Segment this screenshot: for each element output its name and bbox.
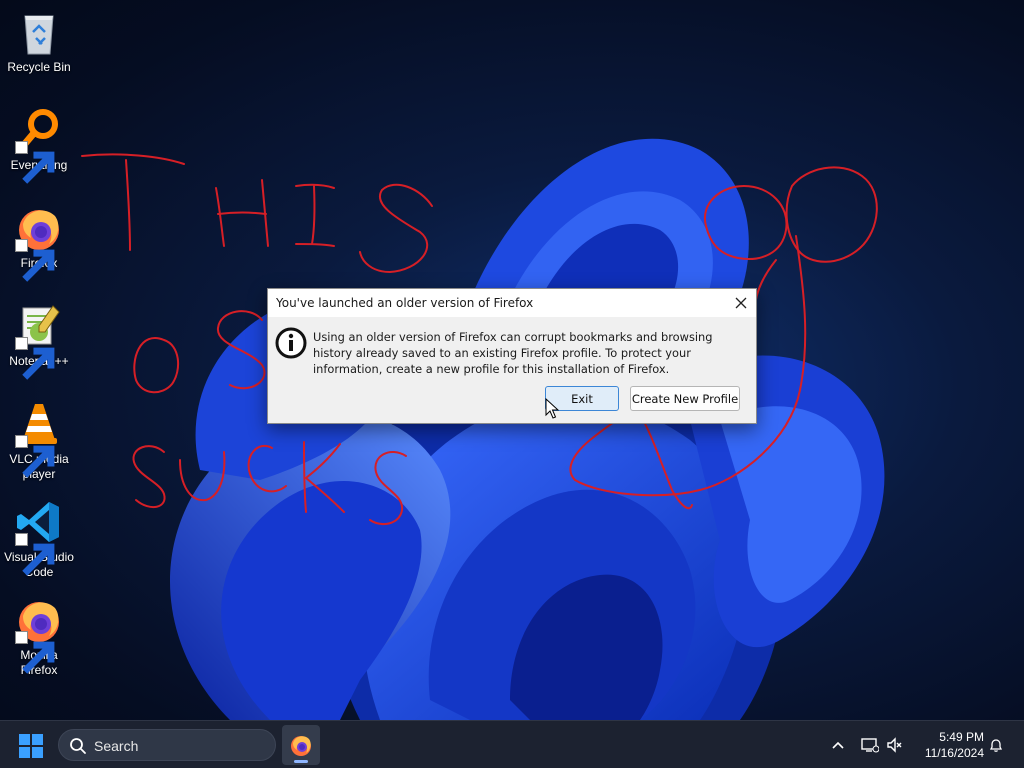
desktop-icon-notepad-plus-plus[interactable]: Notepad++ (2, 302, 76, 380)
notifications-button[interactable] (986, 733, 1006, 757)
network-icon (861, 738, 879, 753)
dialog-titlebar: You've launched an older version of Fire… (268, 289, 756, 317)
create-new-profile-button[interactable]: Create New Profile (630, 386, 740, 411)
desktop-icon-recycle-bin[interactable]: Recycle Bin (2, 8, 76, 75)
desktop-icon-vscode[interactable]: Visual Studio Code (2, 498, 76, 580)
shortcut-arrow-icon (15, 239, 55, 282)
windows-start-icon[interactable] (18, 733, 44, 759)
desktop-icon-vlc[interactable]: VLC media player (2, 400, 76, 482)
clock-date: 11/16/2024 (924, 746, 984, 760)
bell-icon (989, 739, 1003, 752)
chevron-up-icon (832, 741, 844, 749)
network-status-button[interactable] (860, 733, 880, 757)
shortcut-arrow-icon (15, 533, 55, 576)
speaker-muted-icon (887, 737, 902, 753)
dialog-title: You've launched an older version of Fire… (276, 296, 534, 310)
search-placeholder: Search (94, 738, 139, 754)
volume-button[interactable] (885, 733, 905, 757)
dialog-close-button[interactable] (726, 289, 756, 317)
clock-time: 5:49 PM (939, 730, 984, 744)
shortcut-arrow-icon (15, 337, 55, 380)
dialog-message: Using an older version of Firefox can co… (313, 330, 713, 376)
firefox-icon (291, 736, 311, 756)
desktop-icon-mozilla-firefox[interactable]: Mozilla Firefox (2, 596, 76, 678)
desktop-icon-everything[interactable]: Everything (2, 106, 76, 184)
taskbar-clock[interactable]: 5:49 PM 11/16/2024 (912, 729, 984, 761)
desktop-icon-label: Recycle Bin (7, 60, 71, 74)
shortcut-arrow-icon (15, 435, 55, 478)
mouse-pointer-icon (545, 398, 559, 419)
desktop-icon-firefox[interactable]: Firefox (2, 204, 76, 282)
shortcut-arrow-icon (15, 141, 55, 184)
active-app-indicator (294, 760, 308, 763)
info-icon (275, 327, 307, 359)
taskbar: Search 5:49 PM 11/16/2024 (0, 720, 1024, 768)
close-icon (735, 297, 747, 309)
show-hidden-icons-button[interactable] (828, 733, 848, 757)
search-icon (70, 738, 86, 754)
shortcut-arrow-icon (15, 631, 55, 674)
taskbar-firefox-button[interactable] (282, 725, 320, 765)
recycle-bin-icon (24, 15, 54, 55)
older-version-dialog: You've launched an older version of Fire… (267, 288, 757, 424)
taskbar-search-box[interactable]: Search (58, 729, 276, 761)
